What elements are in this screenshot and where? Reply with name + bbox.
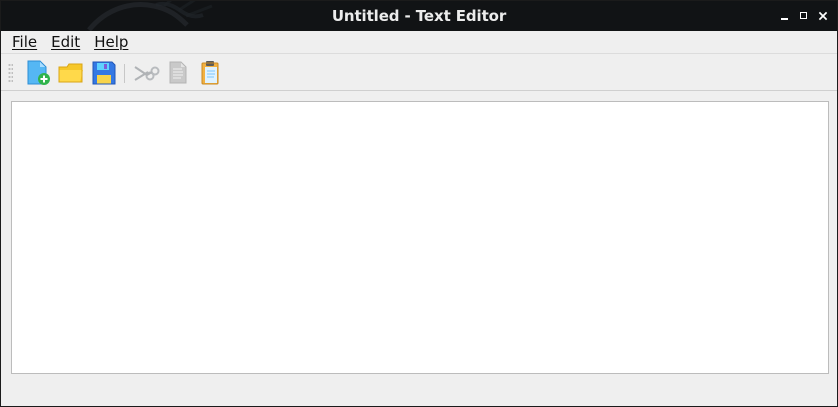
cut-button[interactable] — [132, 59, 160, 87]
menu-file[interactable]: File — [12, 32, 37, 52]
menu-bar: File Edit Help — [1, 31, 837, 54]
new-document-icon — [27, 60, 50, 85]
window-title: Untitled - Text Editor — [331, 7, 507, 25]
minimize-icon[interactable] — [778, 8, 792, 24]
window-controls — [778, 8, 830, 24]
toolbar-separator — [124, 64, 125, 83]
new-document-button[interactable] — [24, 59, 52, 87]
text-editor-input[interactable] — [12, 102, 828, 373]
status-bar — [1, 377, 837, 406]
menu-help[interactable]: Help — [94, 32, 128, 52]
toolbar — [1, 55, 837, 91]
save-disk-icon — [92, 61, 116, 85]
title-bar[interactable]: Untitled - Text Editor — [1, 1, 837, 31]
maximize-icon[interactable] — [797, 8, 811, 24]
open-folder-icon — [58, 63, 83, 83]
close-icon[interactable] — [816, 8, 830, 24]
menu-edit[interactable]: Edit — [51, 32, 80, 52]
paste-clipboard-icon — [201, 61, 219, 85]
text-editor-window: Untitled - Text Editor File Edit Help — [0, 0, 838, 407]
close-x-icon — [818, 11, 828, 21]
copy-button[interactable] — [164, 59, 192, 87]
copy-document-icon — [169, 61, 187, 84]
save-file-button[interactable] — [90, 59, 118, 87]
cut-scissors-icon — [134, 66, 160, 81]
editor-container — [11, 101, 829, 374]
open-file-button[interactable] — [57, 59, 85, 87]
toolbar-grip-icon[interactable] — [8, 63, 13, 83]
paste-button[interactable] — [197, 59, 225, 87]
